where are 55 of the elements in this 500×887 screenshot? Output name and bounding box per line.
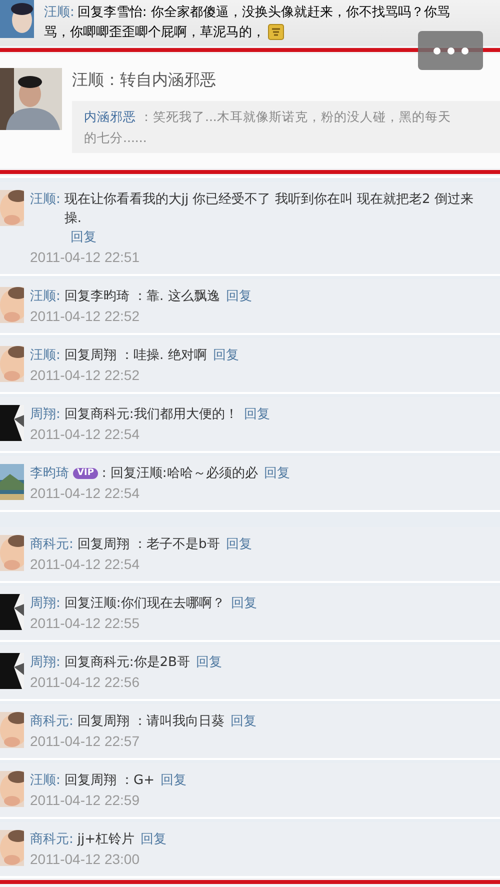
timestamp: 2011-04-12 22:54: [30, 484, 140, 503]
timestamp: 2011-04-12 22:55: [30, 614, 140, 633]
author-name[interactable]: 汪顺:: [30, 287, 60, 306]
more-button[interactable]: [418, 31, 483, 70]
timestamp: 2011-04-12 22:52: [30, 307, 140, 326]
comment-text: 回复周翔 ：G+: [64, 772, 154, 790]
reply-link[interactable]: 回复: [220, 287, 252, 306]
author-name[interactable]: 李昀琦: [30, 464, 69, 483]
author-name[interactable]: 商科元:: [30, 830, 74, 849]
quote-text: ：笑死我了...木耳就像斯诺克，粉的没人碰，黑的每天: [140, 109, 451, 124]
reply-link[interactable]: 回复: [64, 228, 96, 247]
comment-text: 回复商科元:你是2B哥: [64, 654, 190, 672]
author-name[interactable]: 商科元:: [30, 535, 74, 554]
comment-text: 回复周翔 ：哇操. 绝对啊: [64, 347, 207, 365]
reply-link[interactable]: 回复: [134, 830, 167, 849]
comment-text: 回复周翔 ：老子不是b哥: [77, 536, 220, 554]
author-name[interactable]: 汪顺:: [30, 771, 60, 790]
comment-text: jj+杠铃片: [77, 831, 135, 849]
emoticon-icon: [268, 24, 284, 40]
author-name[interactable]: 汪顺:: [30, 190, 60, 209]
reply-link[interactable]: 回复: [224, 594, 257, 613]
author-name[interactable]: 周翔:: [30, 405, 60, 424]
author-name[interactable]: 周翔:: [30, 653, 60, 672]
vip-badge: VIP: [73, 468, 98, 479]
comment-text: 回复李昀琦 ：靠. 这么飘逸: [64, 288, 220, 306]
author-name[interactable]: 商科元:: [30, 712, 74, 731]
repost-title: 汪顺：转自内涵邪恶: [72, 69, 217, 91]
comment-text: : 回复汪顺:哈哈～必须的必: [102, 465, 258, 483]
timestamp: 2011-04-12 22:54: [30, 425, 140, 444]
author-name[interactable]: 周翔:: [30, 594, 60, 613]
timestamp: 2011-04-12 22:52: [30, 366, 140, 385]
comment-text: 回复商科元:我们都用大便的！: [64, 406, 238, 424]
timestamp: 2011-04-12 22:59: [30, 791, 140, 810]
reply-link[interactable]: 回复: [238, 405, 270, 424]
author-name[interactable]: 内涵邪恶: [84, 109, 136, 124]
timestamp: 2011-04-12 22:54: [30, 555, 140, 574]
reply-link[interactable]: 回复: [224, 712, 257, 731]
author-name[interactable]: 汪顺:: [30, 346, 60, 365]
reply-link[interactable]: 回复: [258, 464, 290, 483]
comment-text: 回复汪顺:你们现在去哪啊？: [64, 595, 225, 613]
comment-text: 回复李雪怡: 你全家都傻逼，没换头像就赶来，你不找骂吗？你骂: [77, 4, 450, 21]
reply-link[interactable]: 回复: [154, 771, 186, 790]
comment-text: 骂，你唧唧歪歪唧个屁啊，草泥马的，: [44, 24, 265, 41]
quote-text: 的七分......: [84, 130, 147, 145]
more-icon: [432, 46, 470, 54]
timestamp: 2011-04-12 22:51: [30, 248, 140, 267]
comment-text: 回复周翔 ：请叫我向日葵: [77, 713, 225, 731]
reply-link[interactable]: 回复: [220, 535, 252, 554]
timestamp: 2011-04-12 23:00: [30, 850, 140, 869]
timestamp: 2011-04-12 22:57: [30, 732, 140, 751]
author-name[interactable]: 汪顺:: [44, 3, 74, 21]
reply-link[interactable]: 回复: [206, 346, 239, 365]
comment-text: 现在让你看看我的大jj 你已经受不了 我听到你在叫 现在就把老2 倒过来操.: [64, 191, 474, 228]
timestamp: 2011-04-12 22:56: [30, 673, 140, 692]
reply-link[interactable]: 回复: [190, 653, 222, 672]
